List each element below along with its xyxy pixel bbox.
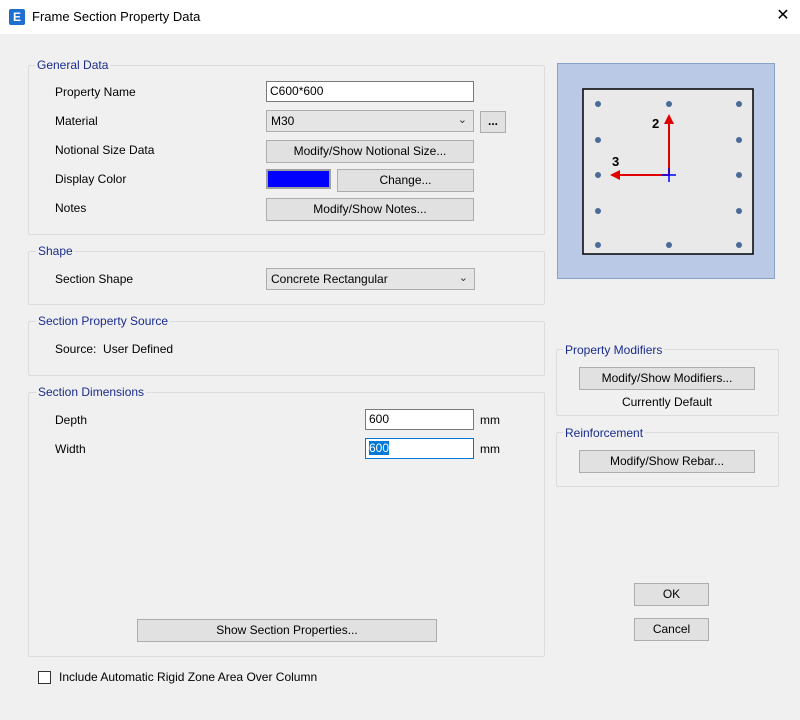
reinforcement-legend: Reinforcement: [563, 426, 646, 440]
rigid-zone-checkbox[interactable]: [38, 671, 51, 684]
section-dimensions-legend: Section Dimensions: [36, 385, 147, 399]
modify-rebar-button[interactable]: Modify/Show Rebar...: [579, 450, 755, 473]
general-data-legend: General Data: [35, 58, 111, 72]
axis-3-label: 3: [612, 154, 619, 169]
property-name-field[interactable]: C600*600: [266, 81, 474, 102]
rebar-dot: [736, 137, 742, 143]
rebar-dot: [666, 242, 672, 248]
rebar-dot: [595, 137, 601, 143]
section-dimensions-group: [28, 392, 545, 657]
window-title: Frame Section Property Data: [32, 9, 201, 24]
rebar-dot: [736, 208, 742, 214]
section-shape-value: Concrete Rectangular: [271, 272, 388, 286]
material-label: Material: [55, 114, 98, 128]
depth-unit: mm: [480, 413, 500, 427]
modifiers-status: Currently Default: [621, 395, 713, 409]
change-color-button[interactable]: Change...: [337, 169, 474, 192]
source-text: Source: User Defined: [55, 342, 174, 356]
app-icon: E: [9, 9, 25, 25]
width-value: 600: [369, 441, 390, 455]
shape-legend: Shape: [36, 244, 75, 258]
width-label: Width: [55, 442, 86, 456]
material-select[interactable]: M30 ⌄: [266, 110, 474, 132]
rebar-dot: [666, 101, 672, 107]
section-shape-select[interactable]: Concrete Rectangular ⌄: [266, 268, 475, 290]
rebar-dot: [595, 242, 601, 248]
rebar-dot: [595, 101, 601, 107]
modify-modifiers-button[interactable]: Modify/Show Modifiers...: [579, 367, 755, 390]
axis-2-label: 2: [652, 116, 659, 131]
close-icon[interactable]: ✕: [770, 4, 796, 28]
depth-label: Depth: [55, 413, 88, 427]
notes-label: Notes: [55, 201, 87, 215]
cancel-button[interactable]: Cancel: [634, 618, 709, 641]
chevron-down-icon: ⌄: [458, 272, 468, 284]
rebar-dot: [736, 172, 742, 178]
property-name-label: Property Name: [55, 85, 136, 99]
rebar-dot: [736, 101, 742, 107]
width-unit: mm: [480, 442, 500, 456]
section-preview: 2 3: [557, 63, 775, 279]
section-shape-label: Section Shape: [55, 272, 134, 286]
notional-size-button[interactable]: Modify/Show Notional Size...: [266, 140, 474, 163]
property-modifiers-legend: Property Modifiers: [563, 343, 665, 357]
notes-button[interactable]: Modify/Show Notes...: [266, 198, 474, 221]
rebar-dot: [595, 172, 601, 178]
rebar-dot: [595, 208, 601, 214]
section-preview-drawing: 2 3: [582, 88, 754, 255]
ok-button[interactable]: OK: [634, 583, 709, 606]
depth-field[interactable]: 600: [365, 409, 474, 430]
material-value: M30: [271, 114, 295, 128]
rigid-zone-label: Include Automatic Rigid Zone Area Over C…: [59, 670, 318, 684]
material-more-button[interactable]: ...: [480, 111, 506, 133]
chevron-down-icon: ⌄: [457, 114, 467, 126]
section-source-legend: Section Property Source: [36, 314, 171, 328]
width-field[interactable]: 600: [365, 438, 474, 459]
rebar-dot: [736, 242, 742, 248]
display-color-swatch[interactable]: [266, 169, 331, 189]
notional-size-label: Notional Size Data: [55, 143, 155, 157]
show-section-properties-button[interactable]: Show Section Properties...: [137, 619, 437, 642]
display-color-label: Display Color: [55, 172, 127, 186]
